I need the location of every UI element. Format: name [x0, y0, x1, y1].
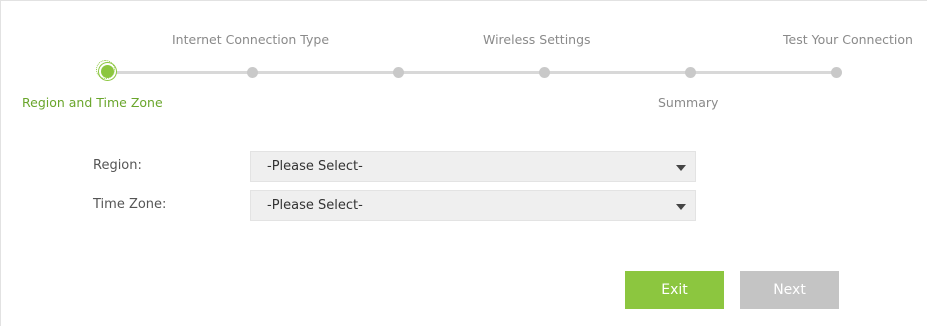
- time-zone-select[interactable]: -Please Select-: [250, 190, 696, 221]
- next-button[interactable]: Next: [740, 271, 839, 309]
- progress-track: [107, 71, 837, 74]
- chevron-down-icon: [676, 165, 686, 171]
- region-select-value: -Please Select-: [267, 159, 363, 174]
- step-dot-summary: [685, 67, 696, 78]
- step-dot-region-time-zone: [96, 60, 115, 79]
- exit-button[interactable]: Exit: [625, 271, 724, 309]
- step-dot-test-your-connection: [831, 67, 842, 78]
- step-dot-3: [393, 67, 404, 78]
- step-label-region-time-zone: Region and Time Zone: [22, 95, 163, 110]
- step-dot-internet-connection-type: [247, 67, 258, 78]
- time-zone-label: Time Zone:: [93, 197, 167, 212]
- step-label-internet-connection-type: Internet Connection Type: [172, 32, 330, 47]
- step-label-summary: Summary: [658, 95, 719, 110]
- step-label-test-your-connection: Test Your Connection: [783, 32, 913, 47]
- step-dot-wireless-settings: [539, 67, 550, 78]
- region-select[interactable]: -Please Select-: [250, 151, 696, 182]
- step-label-wireless-settings: Wireless Settings: [483, 32, 591, 47]
- setup-wizard-panel: Region and Time Zone Internet Connection…: [0, 0, 927, 326]
- region-label: Region:: [93, 158, 142, 173]
- chevron-down-icon: [676, 204, 686, 210]
- time-zone-select-value: -Please Select-: [267, 198, 363, 213]
